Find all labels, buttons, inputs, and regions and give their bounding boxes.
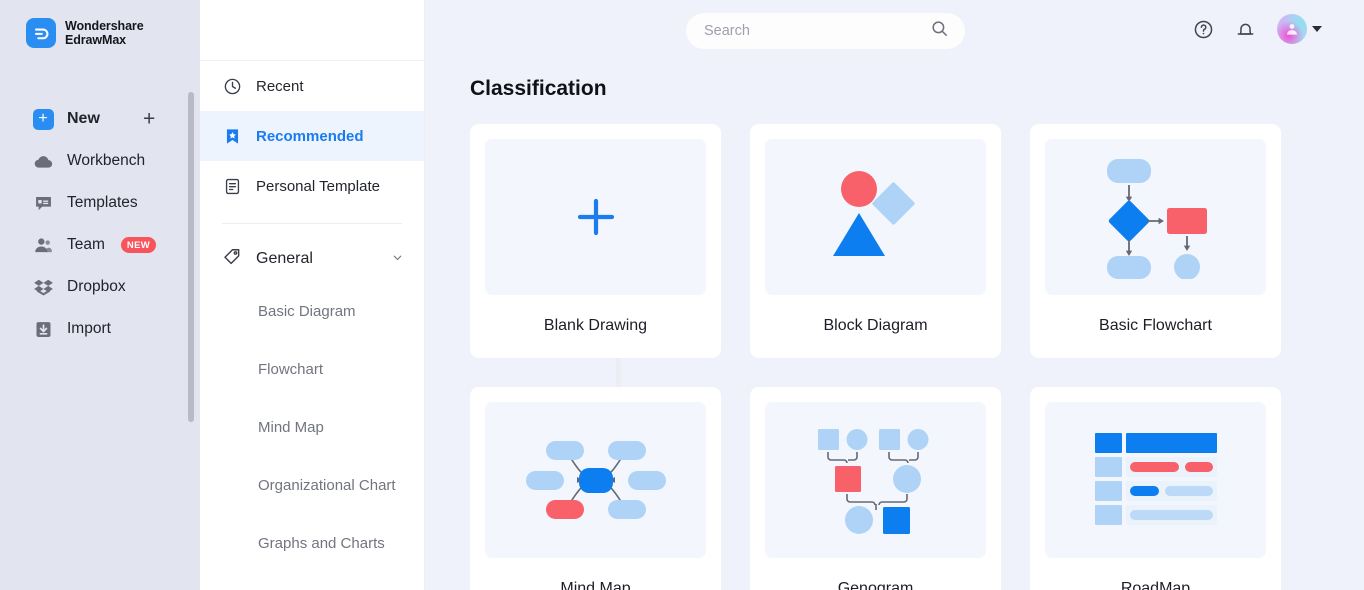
top-bar: [425, 0, 1364, 62]
template-card-block-diagram[interactable]: Block Diagram: [750, 124, 1001, 358]
panel-category-organizational-chart[interactable]: Organizational Chart: [200, 456, 424, 514]
roadmap-thumb: [1045, 402, 1266, 558]
template-card-label: Block Diagram: [823, 317, 928, 334]
block-diagram-thumb: [765, 139, 986, 295]
import-icon: [32, 318, 54, 340]
template-card-genogram[interactable]: Genogram: [750, 387, 1001, 590]
cloud-icon: [32, 150, 54, 172]
panel-category-basic-diagram[interactable]: Basic Diagram: [200, 282, 424, 340]
sidebar-item-team[interactable]: Team NEW: [0, 224, 200, 266]
category-panel: Recent Recommended Personal Template Gen…: [200, 0, 621, 590]
search-input[interactable]: [704, 23, 930, 39]
panel-group-general[interactable]: General: [200, 236, 424, 282]
template-card-label: Blank Drawing: [543, 317, 648, 334]
panel-item-personal-template[interactable]: Personal Template: [200, 161, 424, 211]
template-card-basic-flowchart[interactable]: Basic Flowchart: [1030, 124, 1281, 358]
search-icon[interactable]: [930, 19, 949, 43]
panel-header-divider: [200, 0, 424, 61]
edraw-logo-icon: [26, 18, 56, 48]
left-sidebar: Wondershare EdrawMax + New + Workbench T…: [0, 0, 200, 590]
caret-down-icon[interactable]: [1312, 26, 1322, 32]
panel-item-label: Personal Template: [256, 177, 380, 195]
search-bar[interactable]: [686, 13, 965, 49]
plus-icon[interactable]: +: [143, 109, 155, 130]
template-card-roadmap[interactable]: RoadMap: [1030, 387, 1281, 590]
sidebar-item-label: Import: [67, 320, 111, 337]
panel-item-label: Recommended: [256, 127, 364, 145]
panel-category-flowchart[interactable]: Flowchart: [200, 340, 424, 398]
sidebar-item-import[interactable]: Import: [0, 308, 200, 350]
panel-item-recent[interactable]: Recent: [200, 61, 424, 111]
plus-square-icon: +: [32, 108, 54, 130]
template-card-mind-map[interactable]: Mind Map: [470, 387, 721, 590]
help-circle-icon[interactable]: [1193, 19, 1214, 40]
bell-icon[interactable]: [1235, 19, 1256, 40]
brand-name: Wondershare EdrawMax: [65, 19, 144, 47]
user-avatar-icon: [1277, 14, 1307, 44]
panel-category-graphs-and-charts[interactable]: Graphs and Charts: [200, 514, 424, 572]
template-card-label: Basic Flowchart: [1099, 317, 1212, 334]
sidebar-nav: + New + Workbench Templates Team NEW Dro…: [0, 98, 200, 350]
team-icon: [32, 234, 54, 256]
chevron-down-icon[interactable]: [391, 251, 404, 267]
document-icon: [222, 176, 242, 196]
panel-item-label: Recent: [256, 77, 304, 95]
sidebar-item-label: Workbench: [67, 152, 146, 169]
panel-item-recommended[interactable]: Recommended: [200, 111, 424, 161]
template-card-label: RoadMap: [1120, 580, 1191, 590]
template-card-label: Genogram: [837, 580, 914, 590]
genogram-thumb: [765, 402, 986, 558]
sidebar-item-workbench[interactable]: Workbench: [0, 140, 200, 182]
panel-category-mind-map[interactable]: Mind Map: [200, 398, 424, 456]
templates-icon: [32, 192, 54, 214]
sidebar-item-dropbox[interactable]: Dropbox: [0, 266, 200, 308]
status-badge: NEW: [120, 237, 156, 253]
sidebar-scrollbar[interactable]: [188, 92, 194, 422]
bookmark-star-icon: [222, 126, 242, 146]
sidebar-item-label: New: [67, 110, 100, 127]
template-grid: Blank Drawing Block Diagram Basic Flowch…: [425, 101, 1364, 590]
main-content: Classification Blank Drawing Block Diagr…: [425, 0, 1364, 590]
template-card-label: Mind Map: [560, 580, 631, 590]
app-brand: Wondershare EdrawMax: [0, 0, 200, 48]
basic-flowchart-thumb: [1045, 139, 1266, 295]
top-bar-actions: [1193, 14, 1322, 44]
dropbox-icon: [32, 276, 54, 298]
page-title: Classification: [470, 77, 607, 100]
sidebar-item-label: Team: [67, 236, 105, 253]
mind-map-thumb: [485, 402, 706, 558]
blank-drawing-thumb: [485, 139, 706, 295]
sidebar-item-label: Dropbox: [67, 278, 126, 295]
sidebar-item-label: Templates: [67, 194, 138, 211]
sidebar-item-new[interactable]: + New +: [0, 98, 200, 140]
clock-icon: [222, 76, 242, 96]
avatar[interactable]: [1277, 14, 1322, 44]
panel-divider: [222, 223, 402, 224]
sidebar-item-templates[interactable]: Templates: [0, 182, 200, 224]
template-card-blank-drawing[interactable]: Blank Drawing: [470, 124, 721, 358]
tag-icon: [222, 247, 242, 272]
panel-group-label: General: [256, 250, 313, 267]
